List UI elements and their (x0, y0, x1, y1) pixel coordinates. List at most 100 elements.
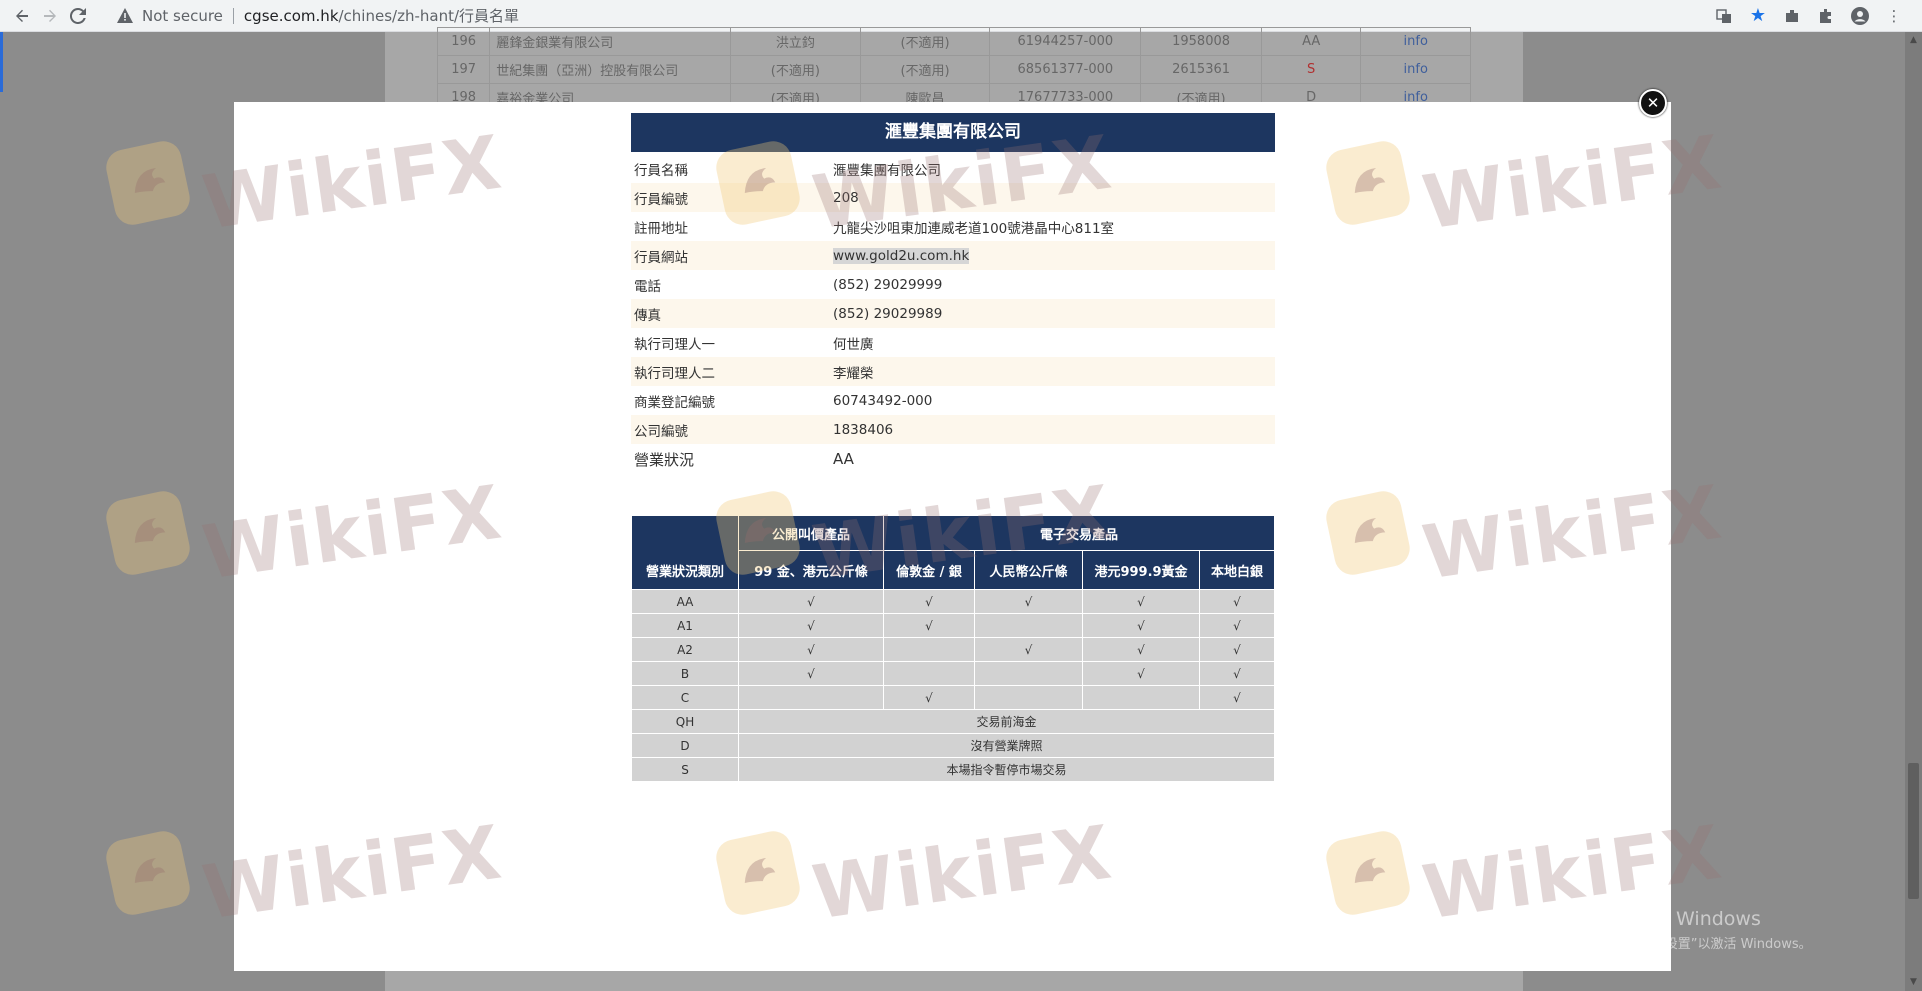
status-description: 沒有營業牌照 (738, 733, 1275, 758)
product-check (883, 637, 975, 662)
field-label: 傳真 (634, 307, 661, 324)
field-value-cell: 何世廣 (827, 328, 1275, 357)
table-row: AA √ √ √ √ √ (631, 589, 1275, 614)
field-value: (852) 29029989 (833, 305, 943, 322)
table-row: 196 麗鋒金銀業有限公司 洪立鈞 (不適用) 61944257-000 1958008 A… (436, 27, 1471, 56)
status-category: B (631, 661, 739, 686)
product-check: √ (738, 637, 884, 662)
translate-icon[interactable] (1714, 6, 1734, 26)
product-check (974, 661, 1083, 686)
info-row: 註冊地址 九龍尖沙咀東加連威老道100號港晶中心811室 (631, 212, 1275, 241)
field-label: 電話 (634, 278, 661, 295)
row-number: 196 (436, 27, 491, 56)
table-row: C √ √ (631, 685, 1275, 710)
profile-icon[interactable] (1850, 6, 1870, 26)
status-description: 本場指令暫停市場交易 (738, 757, 1275, 782)
field-value-cell: AA (827, 444, 1275, 474)
url-path: /chines/zh-hant/行員名單 (338, 7, 520, 25)
status-category: QH (631, 709, 739, 734)
field-value-cell: 九龍尖沙咀東加連威老道100號港晶中心811室 (827, 212, 1275, 241)
scroll-down-icon[interactable]: ▼ (1909, 978, 1918, 987)
product-check: √ (1199, 637, 1275, 662)
close-icon: ✕ (1646, 94, 1660, 112)
close-modal-button[interactable]: ✕ (1639, 89, 1667, 117)
extension-icon[interactable] (1782, 6, 1802, 26)
field-value: 60743492-000 (833, 392, 933, 409)
product-check: √ (1199, 613, 1275, 638)
more-menu-icon[interactable]: ⋮ (1884, 6, 1904, 26)
product-check: √ (1082, 637, 1200, 662)
product-check: √ (1082, 613, 1200, 638)
info-row: 執行司理人二 李耀榮 (631, 357, 1275, 386)
table-row: A2 √ √ √ √ (631, 637, 1275, 662)
product-check: √ (974, 637, 1083, 662)
info-link[interactable]: info (1360, 55, 1471, 84)
header-status-category: 營業狀況類別 (631, 515, 739, 590)
info-row: 行員編號 208 (631, 183, 1275, 212)
reload-icon[interactable] (64, 2, 92, 30)
info-row: 執行司理人一 何世廣 (631, 328, 1275, 357)
status-category: AA (631, 589, 739, 614)
product-check (974, 685, 1083, 710)
status-code: S (1260, 55, 1362, 84)
row-number: 197 (436, 55, 491, 84)
field-value: AA (833, 450, 854, 468)
info-row: 商業登記編號 60743492-000 (631, 386, 1275, 415)
info-row: 營業狀況 AA (631, 444, 1275, 474)
address-bar[interactable]: Not secure cgse.com.hk/chines/zh-hant/行員… (108, 3, 1798, 28)
scroll-up-icon[interactable]: ▲ (1909, 36, 1918, 45)
field-value-cell: 208 (827, 183, 1275, 212)
info-row: 行員網站 www.gold2u.com.hk (631, 241, 1275, 270)
product-check: √ (883, 613, 975, 638)
status-category: A2 (631, 637, 739, 662)
info-link[interactable]: info (1360, 27, 1471, 56)
field-label: 行員網站 (634, 249, 688, 266)
field-value: 208 (833, 189, 859, 206)
status-category: A1 (631, 613, 739, 638)
scrollbar-thumb[interactable] (1908, 763, 1919, 899)
product-check: √ (738, 661, 884, 686)
header-electronic: 電子交易產品 (883, 515, 1275, 551)
product-check (1082, 685, 1200, 710)
field-label: 行員編號 (634, 191, 688, 208)
business-reg-no: 61944257-000 (989, 27, 1142, 56)
field-value: 1838406 (833, 421, 894, 438)
bookmark-star-icon[interactable]: ★ (1748, 5, 1768, 26)
field-value: 李耀榮 (833, 365, 874, 382)
page-edge-accent (0, 32, 3, 92)
field-value-cell: 1838406 (827, 415, 1275, 444)
product-status-table: 營業狀況類別 公開叫價產品 電子交易產品 99 金、港元公斤條 倫敦金 / 銀 … (631, 515, 1275, 782)
col-header: 人民幣公斤條 (974, 550, 1083, 590)
field-label: 公司編號 (634, 423, 688, 440)
status-category: D (631, 733, 739, 758)
product-check (738, 685, 884, 710)
info-row: 電話 (852) 29029999 (631, 270, 1275, 299)
status-code: AA (1260, 27, 1362, 56)
info-row: 公司編號 1838406 (631, 415, 1275, 444)
puzzle-icon[interactable] (1816, 6, 1836, 26)
member-list-table: 196 麗鋒金銀業有限公司 洪立鈞 (不適用) 61944257-000 1958008 A… (436, 27, 1471, 112)
field-value: (852) 29029999 (833, 276, 943, 293)
col-header: 99 金、港元公斤條 (738, 550, 884, 590)
member-name: 麗鋒金銀業有限公司 (489, 27, 732, 56)
company-no: 2615361 (1140, 55, 1262, 84)
url-host: cgse.com.hk (243, 6, 339, 25)
manager-one: 洪立鈞 (730, 27, 861, 56)
product-check: √ (1082, 661, 1200, 686)
activation-hint: 转到“设置”以激活 Windows。 (1632, 937, 1812, 952)
status-category: C (631, 685, 739, 710)
manager-one: (不適用) (730, 55, 861, 84)
back-arrow-icon[interactable] (8, 2, 36, 30)
field-label: 商業登記編號 (634, 394, 715, 411)
forward-arrow-icon[interactable] (36, 2, 64, 30)
product-check: √ (738, 613, 884, 638)
website-link[interactable]: www.gold2u.com.hk (833, 247, 970, 264)
security-label: Not secure (142, 6, 223, 25)
field-value-cell: 60743492-000 (827, 386, 1275, 415)
field-value: 九龍尖沙咀東加連威老道100號港晶中心811室 (833, 220, 1115, 237)
table-row: QH 交易前海金 (631, 709, 1275, 734)
field-label: 執行司理人二 (634, 365, 715, 382)
product-check: √ (1082, 589, 1200, 614)
col-header: 港元999.9黃金 (1082, 550, 1200, 590)
table-row: A1 √ √ √ √ (631, 613, 1275, 638)
